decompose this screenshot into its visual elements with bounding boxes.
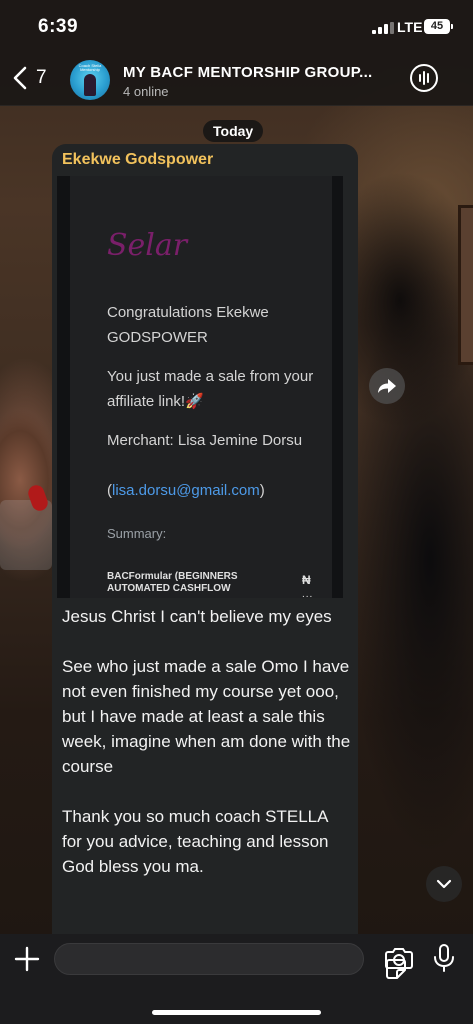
network-label: LTE (397, 19, 423, 35)
status-bar: 6:39 LTE 45 (0, 0, 473, 52)
mic-icon[interactable] (433, 944, 455, 972)
date-separator: Today (203, 120, 264, 142)
message-paragraph: See who just made a sale Omo I have not … (62, 657, 351, 776)
status-time: 6:39 (38, 16, 79, 37)
avatar-text: Coach Stella Mentorship (78, 63, 102, 72)
message-bubble[interactable]: Ekekwe Godspower Selar Congratulations E… (52, 144, 358, 934)
camera-icon[interactable] (385, 946, 413, 970)
email-screenshot: Selar Congratulations Ekekwe GODSPOWER Y… (70, 176, 332, 598)
email-merchant: Merchant: Lisa Jemine Dorsu (107, 432, 303, 449)
home-indicator (152, 1010, 321, 1015)
email-sale-line: You just made a sale from your affiliate… (107, 368, 314, 410)
avatar-figure (84, 74, 96, 96)
message-sender[interactable]: Ekekwe Godspower (62, 151, 213, 169)
message-input-box[interactable] (54, 943, 406, 979)
voice-chat-icon (419, 74, 421, 82)
message-text: Jesus Christ I can't believe my eyes See… (62, 604, 352, 904)
message-image[interactable]: Selar Congratulations Ekekwe GODSPOWER Y… (57, 176, 343, 598)
signal-icon (372, 22, 394, 34)
online-status: 4 online (123, 84, 169, 99)
avatar[interactable]: Coach Stella Mentorship (70, 60, 110, 100)
battery-icon: 45 (424, 19, 450, 34)
unread-count: 7 (36, 67, 47, 88)
wallpaper-frame (458, 205, 473, 365)
email-summary-label: Summary: (107, 526, 167, 541)
chevron-down-icon (436, 879, 452, 889)
email-address-line: (lisa.dorsu@gmail.com) (107, 482, 265, 499)
voice-chat-button[interactable] (410, 64, 438, 92)
back-button[interactable]: 7 (12, 62, 56, 94)
wallpaper-glass (0, 500, 52, 570)
email-congrats: Congratulations Ekekwe GODSPOWER (107, 304, 269, 346)
email-currency: ₦ (302, 573, 311, 587)
message-paragraph: Jesus Christ I can't believe my eyes (62, 607, 332, 626)
selar-logo: Selar (107, 228, 188, 263)
scroll-down-button[interactable] (426, 866, 462, 902)
email-more: ... (302, 589, 314, 598)
email-link[interactable]: lisa.dorsu@gmail.com (112, 482, 260, 499)
chat-header: 7 Coach Stella Mentorship MY BACF MENTOR… (0, 52, 473, 106)
chat-title[interactable]: MY BACF MENTORSHIP GROUP... (123, 64, 373, 81)
battery-tip (451, 24, 453, 29)
plus-icon[interactable] (14, 946, 40, 972)
message-input[interactable] (67, 944, 317, 974)
forward-icon (378, 379, 396, 393)
forward-button[interactable] (369, 368, 405, 404)
message-paragraph: Thank you so much coach STELLA for you a… (62, 807, 329, 876)
back-chevron-icon (13, 66, 27, 90)
email-product: BACFormular (BEGINNERS AUTOMATED CASHFLO… (107, 571, 238, 594)
